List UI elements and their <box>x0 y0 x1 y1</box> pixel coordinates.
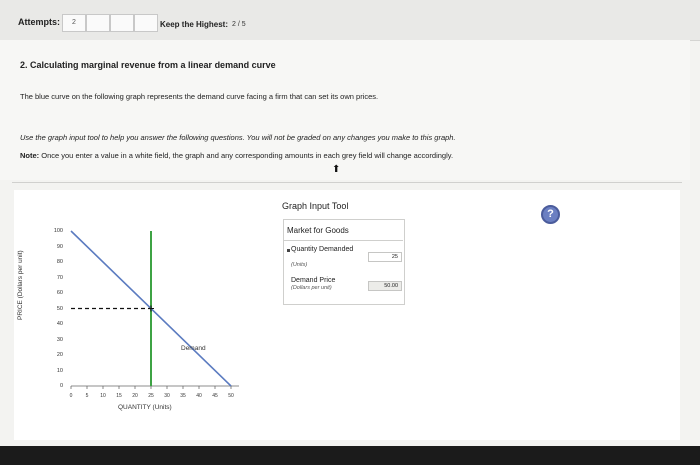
y-tick-label: 40 <box>56 321 63 327</box>
x-tick-label: 40 <box>196 393 202 399</box>
y-tick-label: 100 <box>53 228 63 234</box>
quantity-demanded-label: Quantity Demanded <box>291 246 354 253</box>
quantity-demanded-unit: (Units) <box>291 262 308 268</box>
demand-price-unit: (Dollars per unit) <box>291 285 332 291</box>
y-tick-label: 0 <box>59 383 63 389</box>
x-tick-label: 10 <box>100 393 106 399</box>
demand-price-label: Demand Price <box>291 277 336 284</box>
y-tick-label: 90 <box>56 243 63 250</box>
tool-header: Market for Goods <box>287 226 349 235</box>
x-tick-label: 30 <box>164 393 170 399</box>
y-tick-label: 30 <box>56 336 63 343</box>
x-tick-label: 45 <box>212 393 218 399</box>
quantity-demanded-field[interactable]: 25 <box>368 252 402 262</box>
y-tick-label: 80 <box>56 259 63 265</box>
graph-input-tool-title: Graph Input Tool <box>282 201 349 211</box>
x-tick-label: 0 <box>69 393 73 399</box>
demand-price-field: 50.00 <box>368 281 402 291</box>
x-tick-label: 20 <box>132 393 138 399</box>
y-tick-label: 20 <box>56 352 63 358</box>
help-icon[interactable]: ? <box>541 205 560 224</box>
screen-bezel <box>0 446 700 465</box>
x-tick-label: 25 <box>148 393 154 399</box>
y-tick-label: 50 <box>56 305 63 312</box>
y-tick-label: 70 <box>56 274 63 281</box>
quantity-marker-icon <box>287 249 290 252</box>
x-axis-label: QUANTITY (Units) <box>118 404 172 411</box>
demand-curve-label: Demand <box>181 345 206 352</box>
y-tick-label: 10 <box>56 367 63 374</box>
tool-divider <box>283 240 403 241</box>
x-tick-label: 35 <box>180 393 186 399</box>
x-tick-label: 5 <box>85 393 89 399</box>
y-tick-label: 60 <box>56 290 63 296</box>
x-tick-label: 50 <box>228 393 234 399</box>
x-tick-label: 15 <box>116 393 122 399</box>
y-axis-label: PRICE (Dollars per unit) <box>17 250 24 320</box>
